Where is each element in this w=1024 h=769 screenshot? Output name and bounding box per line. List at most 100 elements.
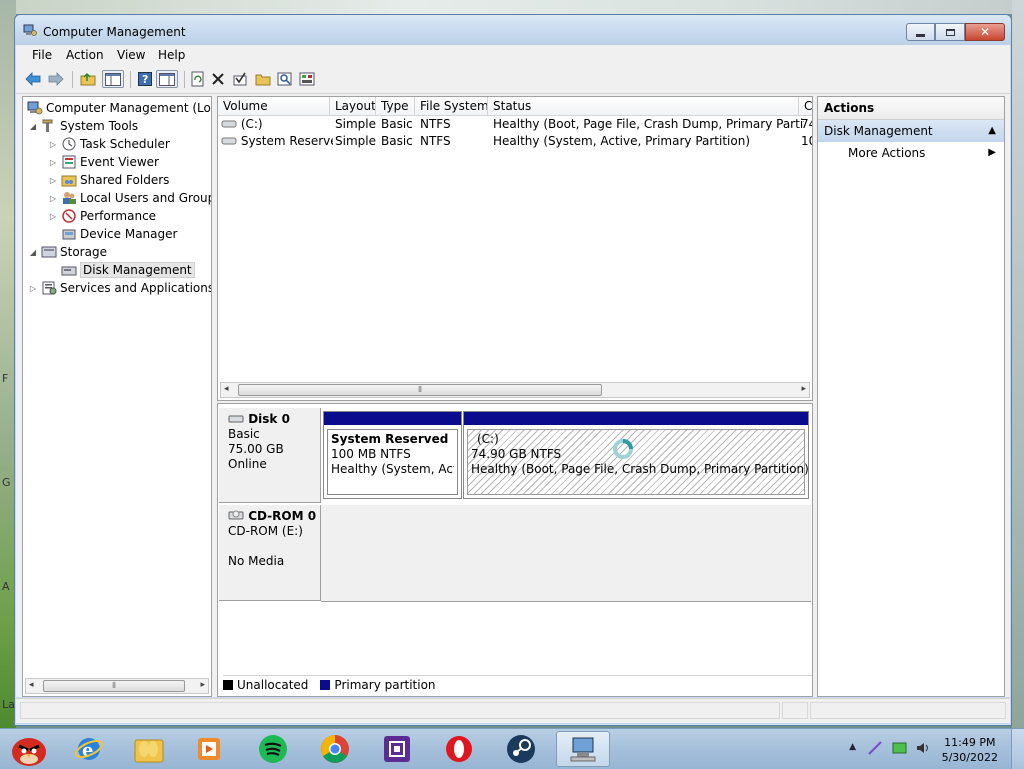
tree-label-local-users: Local Users and Groups <box>80 191 212 205</box>
expand-arrow-icon[interactable]: ▷ <box>29 284 37 293</box>
cell-layout: Simple <box>335 134 376 148</box>
properties-button[interactable] <box>231 70 249 88</box>
opera-icon[interactable] <box>432 731 486 767</box>
tree-horizontal-scrollbar[interactable]: ◂ ⦀ ▸ <box>25 678 209 694</box>
expand-arrow-icon[interactable]: ▷ <box>49 140 57 149</box>
more-actions-item[interactable]: More Actions ▶ <box>818 142 1004 164</box>
column-header-layout[interactable]: Layout <box>330 97 376 115</box>
tree-node-device-manager[interactable]: Device Manager <box>49 225 177 243</box>
system-tools-icon <box>41 119 57 133</box>
battery-icon[interactable] <box>892 741 908 755</box>
tree-node-shared-folders[interactable]: ▷ Shared Folders <box>49 171 169 189</box>
computer-management-taskbar-button[interactable] <box>556 731 610 767</box>
up-one-level-button[interactable] <box>79 70 97 88</box>
collapse-up-icon[interactable]: ▲ <box>988 120 996 142</box>
file-explorer-icon[interactable] <box>122 731 176 767</box>
app-icon[interactable] <box>370 731 424 767</box>
show-desktop-button[interactable] <box>1011 729 1024 769</box>
column-header-type[interactable]: Type <box>376 97 415 115</box>
tree-node-disk-management[interactable]: Disk Management <box>49 261 195 279</box>
maximize-button[interactable] <box>935 23 965 41</box>
delete-button[interactable] <box>209 70 227 88</box>
show-hidden-icons-icon[interactable]: ▲ <box>849 742 856 752</box>
partition-c[interactable]: (C:) 74.90 GB NTFS Healthy (Boot, Page F… <box>463 411 809 499</box>
chrome-icon[interactable] <box>308 731 362 767</box>
cdrom0-media: No Media <box>228 554 285 568</box>
back-button[interactable] <box>24 70 42 88</box>
table-row[interactable]: System Reserved Simple Basic NTFS Health… <box>218 133 812 150</box>
internet-explorer-icon[interactable]: e <box>62 731 116 767</box>
tree-node-services[interactable]: ▷ Services and Applications <box>29 279 212 297</box>
angry-birds-icon[interactable] <box>2 731 56 767</box>
actions-section-disk-management[interactable]: Disk Management ▲ <box>818 120 1004 142</box>
expand-arrow-icon[interactable]: ▷ <box>49 212 57 221</box>
refresh-icon <box>191 71 204 87</box>
steam-icon[interactable] <box>494 731 548 767</box>
volume-list-horizontal-scrollbar[interactable]: ◂ ⦀ ▸ <box>220 382 810 398</box>
tree-label-shared-folders: Shared Folders <box>80 173 170 187</box>
tree-node-performance[interactable]: ▷ Performance <box>49 207 156 225</box>
tree-label-services: Services and Applications <box>60 281 212 295</box>
partition-name: (C:) <box>477 432 499 446</box>
forward-button[interactable] <box>47 70 65 88</box>
clock[interactable]: 11:49 PM 5/30/2022 <box>942 735 998 765</box>
scroll-thumb[interactable]: ⦀ <box>43 680 185 692</box>
column-header-status[interactable]: Status <box>488 97 799 115</box>
cell-status: Healthy (Boot, Page File, Crash Dump, Pr… <box>493 117 804 131</box>
column-header-file-system[interactable]: File System <box>415 97 488 115</box>
column-header-volume[interactable]: Volume <box>218 97 330 115</box>
legend-unallocated: Unallocated <box>237 678 309 692</box>
help-button[interactable]: ? <box>136 70 154 88</box>
spotify-icon[interactable] <box>246 731 300 767</box>
cell-capacity: 74 <box>801 117 812 131</box>
clock-icon <box>61 137 77 151</box>
unallocated-swatch <box>223 680 233 690</box>
media-player-icon[interactable] <box>182 731 236 767</box>
disk0-name: Disk 0 <box>248 412 290 426</box>
show-hide-console-tree-button[interactable] <box>102 70 124 88</box>
tree-node-event-viewer[interactable]: ▷ Event Viewer <box>49 153 159 171</box>
cdrom0-info[interactable]: CD-ROM 0 CD-ROM (E:) No Media <box>219 505 321 601</box>
clock-date: 5/30/2022 <box>941 751 998 764</box>
cdrom0-name: CD-ROM 0 <box>248 509 317 523</box>
expand-arrow-icon[interactable]: ▷ <box>49 176 57 185</box>
tree-node-storage[interactable]: ◢ Storage <box>29 243 107 261</box>
column-header-capacity[interactable]: C <box>799 97 812 115</box>
tree-node-task-scheduler[interactable]: ▷ Task Scheduler <box>49 135 170 153</box>
collapse-arrow-icon[interactable]: ◢ <box>29 248 37 257</box>
actions-pane: Actions Disk Management ▲ More Actions ▶ <box>817 96 1005 697</box>
menu-view[interactable]: View <box>117 48 145 62</box>
expand-arrow-icon[interactable]: ▷ <box>49 194 57 203</box>
scroll-left-arrow-icon[interactable]: ◂ <box>224 384 229 394</box>
refresh-button[interactable] <box>189 70 207 88</box>
tree-node-local-users[interactable]: ▷ Local Users and Groups <box>49 189 212 207</box>
volume-icon[interactable] <box>915 741 931 755</box>
menu-help[interactable]: Help <box>158 48 185 62</box>
disk-management-icon <box>61 263 77 277</box>
minimize-button[interactable] <box>906 23 935 41</box>
scroll-right-arrow-icon[interactable]: ▸ <box>200 680 205 690</box>
partition-system-reserved[interactable]: System Reserved 100 MB NTFS Healthy (Sys… <box>323 411 462 499</box>
pen-icon[interactable] <box>867 740 883 756</box>
search-button[interactable] <box>276 70 294 88</box>
menu-action[interactable]: Action <box>66 48 104 62</box>
expand-arrow-icon[interactable]: ▷ <box>49 158 57 167</box>
close-button[interactable]: ✕ <box>965 23 1005 41</box>
tree-node-system-tools[interactable]: ◢ System Tools <box>29 117 138 135</box>
more-tools-button[interactable] <box>298 70 316 88</box>
menu-file[interactable]: File <box>32 48 52 62</box>
scroll-left-arrow-icon[interactable]: ◂ <box>29 680 34 690</box>
storage-icon <box>41 245 57 259</box>
scroll-right-arrow-icon[interactable]: ▸ <box>801 384 806 394</box>
tree-node-root[interactable]: Computer Management (Local <box>25 99 211 117</box>
cdrom0-area <box>321 505 811 602</box>
open-folder-button[interactable] <box>254 70 272 88</box>
collapse-arrow-icon[interactable]: ◢ <box>29 122 37 131</box>
disk0-info[interactable]: Disk 0 Basic 75.00 GB Online <box>219 408 321 503</box>
partition-name: System Reserved <box>331 432 449 446</box>
table-row[interactable]: (C:) Simple Basic NTFS Healthy (Boot, Pa… <box>218 116 812 133</box>
show-hide-action-pane-button[interactable] <box>156 70 178 88</box>
scroll-thumb[interactable]: ⦀ <box>238 384 602 396</box>
title-bar[interactable]: Computer Management ✕ <box>15 15 1011 45</box>
computer-management-icon <box>27 101 43 115</box>
